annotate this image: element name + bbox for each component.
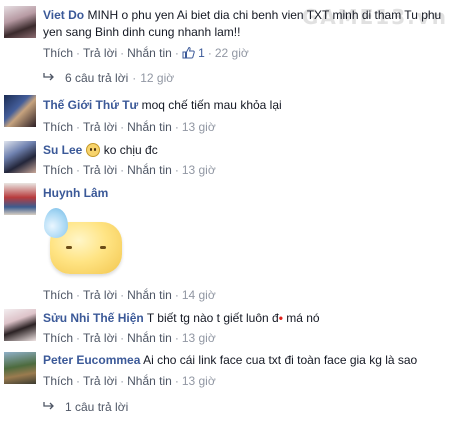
comment-actions: Thích · Trả lời · Nhắn tin · 13 giờ: [43, 331, 216, 345]
thumbs-up-icon[interactable]: [182, 46, 195, 62]
sweat-face-sticker: [44, 208, 122, 274]
message-link[interactable]: Nhắn tin: [127, 374, 172, 388]
comment-actions: Thích · Trả lời · Nhắn tin · 14 giờ: [43, 288, 216, 302]
like-count[interactable]: 1: [198, 46, 205, 60]
comment-author[interactable]: Huynh Lâm: [43, 186, 108, 200]
message-link[interactable]: Nhắn tin: [127, 163, 172, 177]
avatar[interactable]: [4, 6, 36, 38]
reply-link[interactable]: Trả lời: [83, 374, 117, 388]
timestamp[interactable]: 13 giờ: [182, 331, 216, 345]
timestamp[interactable]: 14 giờ: [182, 288, 216, 302]
timestamp[interactable]: 22 giờ: [215, 46, 249, 60]
avatar[interactable]: [4, 95, 36, 127]
like-link[interactable]: Thích: [43, 374, 73, 388]
replies-count[interactable]: 6 câu trả lời: [65, 71, 128, 85]
reply-link[interactable]: Trả lời: [83, 331, 117, 345]
avatar[interactable]: [4, 352, 36, 384]
message-link[interactable]: Nhắn tin: [127, 120, 172, 134]
reply-link[interactable]: Trả lời: [83, 46, 117, 60]
comment-text: T biết tg nào t giết luôn đ• má nó: [146, 311, 320, 325]
avatar[interactable]: [4, 309, 36, 341]
like-link[interactable]: Thích: [43, 163, 73, 177]
timestamp[interactable]: 13 giờ: [182, 120, 216, 134]
reply-link[interactable]: Trả lời: [83, 120, 117, 134]
message-link[interactable]: Nhắn tin: [127, 331, 172, 345]
message-link[interactable]: Nhắn tin: [127, 46, 172, 60]
timestamp[interactable]: 13 giờ: [182, 374, 216, 388]
comment-actions: Thích · Trả lời · Nhắn tin · 13 giờ: [43, 120, 216, 134]
comment-author[interactable]: Peter Eucommea: [43, 353, 140, 367]
replies-time[interactable]: 12 giờ: [140, 71, 174, 85]
comment-actions: Thích · Trả lời · Nhắn tin · 1 · 22 giờ: [43, 46, 249, 62]
view-replies-link[interactable]: 6 câu trả lời · 12 giờ: [43, 71, 174, 85]
reply-arrow-icon: [43, 71, 55, 85]
sweat-drop-icon: [44, 208, 68, 238]
timestamp[interactable]: 13 giờ: [182, 163, 216, 177]
comment-text: Ai cho cái link face cua txt đi toàn fac…: [143, 353, 418, 367]
like-link[interactable]: Thích: [43, 46, 73, 60]
comment-author[interactable]: Viet Do: [43, 8, 84, 22]
avatar[interactable]: [4, 183, 36, 215]
reply-link[interactable]: Trả lời: [83, 288, 117, 302]
replies-count[interactable]: 1 câu trả lời: [65, 400, 128, 414]
comment-text: moq chế tiến mau khỏa lại: [141, 98, 282, 112]
comment-author[interactable]: Su Lee: [43, 143, 82, 157]
comment-actions: Thích · Trả lời · Nhắn tin · 13 giờ: [43, 163, 216, 177]
reply-arrow-icon: [43, 400, 55, 414]
comment-author[interactable]: Thế Giới Thứ Tư: [43, 98, 138, 112]
view-replies-link[interactable]: 1 câu trả lời: [43, 400, 128, 414]
comment-actions: Thích · Trả lời · Nhắn tin · 13 giờ: [43, 374, 216, 388]
reply-link[interactable]: Trả lời: [83, 163, 117, 177]
message-link[interactable]: Nhắn tin: [127, 288, 172, 302]
like-link[interactable]: Thích: [43, 288, 73, 302]
comment-author[interactable]: Sửu Nhi Thế Hiện: [43, 311, 144, 325]
like-link[interactable]: Thích: [43, 120, 73, 134]
avatar[interactable]: [4, 141, 36, 173]
comment-text: ko chịu đc: [103, 143, 158, 157]
smiley-icon: [85, 143, 100, 157]
like-link[interactable]: Thích: [43, 331, 73, 345]
comment-text: MINH o phu yen Ai biet dia chi benh vien…: [43, 8, 442, 39]
